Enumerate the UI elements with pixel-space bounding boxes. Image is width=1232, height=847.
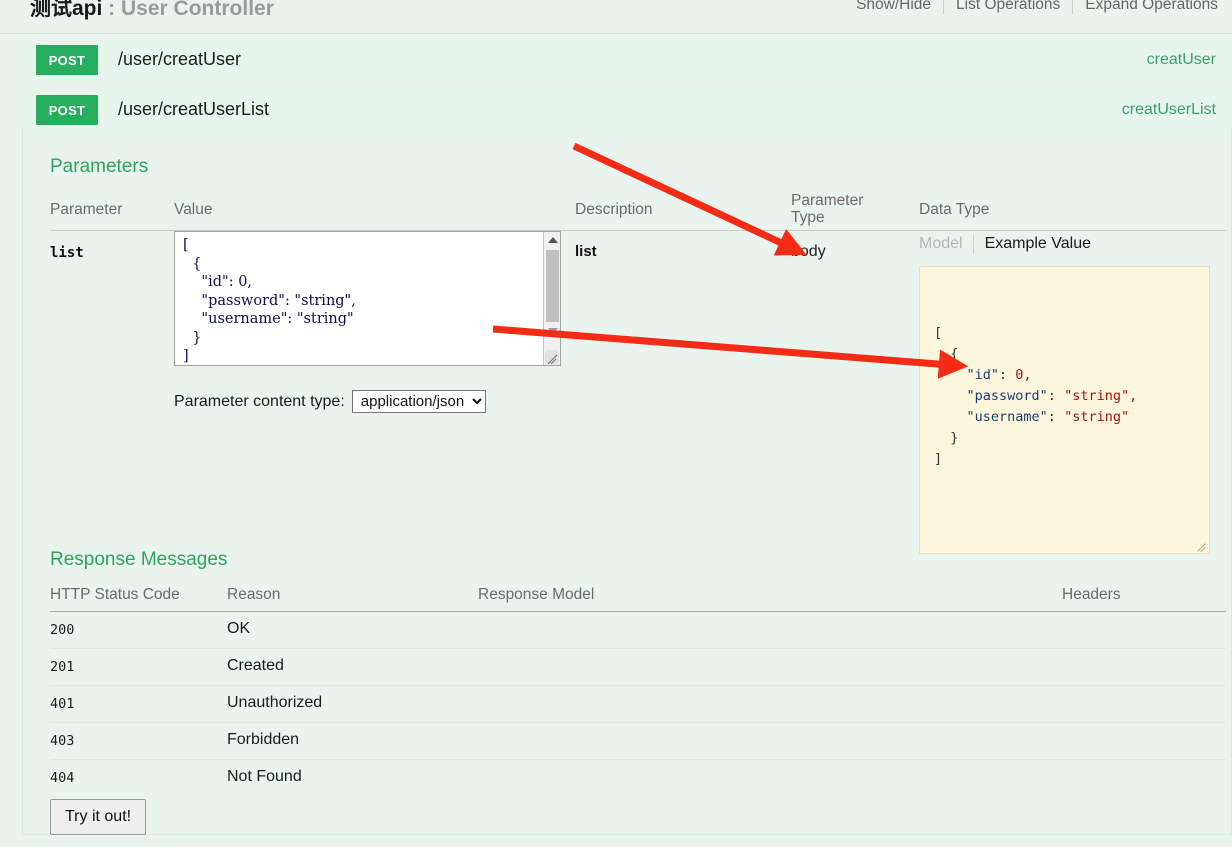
textarea-scrollbar[interactable] <box>543 232 560 365</box>
tab-example-value[interactable]: Example Value <box>974 235 1091 253</box>
api-name: 测试api <box>30 0 103 20</box>
response-status-code: 401 <box>50 696 75 712</box>
table-row: 403 Forbidden <box>50 723 1226 760</box>
tab-model[interactable]: Model <box>919 235 973 253</box>
operation-row-creat-user[interactable]: POST /user/creatUser creatUser <box>22 41 1232 79</box>
col-parameter-type-line1: Parameter <box>791 192 864 209</box>
response-messages-heading: Response Messages <box>50 549 228 570</box>
http-method-badge: POST <box>36 95 98 125</box>
col-reason: Reason <box>227 586 281 603</box>
parameters-table-row: list [ { "id": 0, "password": "string", … <box>50 231 1226 554</box>
response-reason: Not Found <box>227 768 302 785</box>
response-status-code: 404 <box>50 770 75 786</box>
table-row: 200 OK <box>50 612 1226 649</box>
response-status-code: 200 <box>50 622 75 638</box>
json-editor-wrapper: [ { "id": 0, "password": "string", "user… <box>174 231 561 366</box>
controller-name: User Controller <box>121 0 274 20</box>
scroll-down-arrow-icon[interactable] <box>548 328 558 334</box>
col-description: Description <box>575 201 653 218</box>
parameter-value-input[interactable]: [ { "id": 0, "password": "string", "user… <box>174 231 561 366</box>
resource-options: Show/Hide List Operations Expand Operati… <box>844 0 1230 14</box>
title-separator: : <box>102 0 122 20</box>
expand-operations-link[interactable]: Expand Operations <box>1073 0 1230 14</box>
col-parameter-type: Parameter Type <box>791 192 881 226</box>
content-type-label: Parameter content type: <box>174 392 345 410</box>
example-value-content: [ { "id": 0, "password": "string", "user… <box>934 325 1138 467</box>
response-rows-container: 200 OK 201 Created 401 Unauthorized 403 Forbidd… <box>50 612 1226 797</box>
example-box-resize-grip-icon[interactable] <box>1196 540 1207 551</box>
response-reason: Forbidden <box>227 731 300 748</box>
operation-path[interactable]: /user/creatUser <box>118 49 241 70</box>
swagger-ui-page: 测试api : User Controller Show/Hide List O… <box>0 0 1232 847</box>
col-response-model: Response Model <box>478 586 595 603</box>
col-headers: Headers <box>1062 586 1121 603</box>
col-parameter-type-line2: Type <box>791 209 825 226</box>
example-value-box[interactable]: [ { "id": 0, "password": "string", "user… <box>919 266 1210 554</box>
operation-nickname[interactable]: creatUser <box>1147 51 1216 69</box>
response-reason: Unauthorized <box>227 694 323 711</box>
operation-nickname[interactable]: creatUserList <box>1122 101 1216 119</box>
parameter-type-value: body <box>791 243 826 260</box>
response-reason: Created <box>227 657 284 674</box>
operation-path[interactable]: /user/creatUserList <box>118 99 269 120</box>
page-title: 测试api : User Controller <box>30 0 274 22</box>
model-tabs: Model Example Value <box>919 231 1219 257</box>
parameters-table: Parameter Value Description Parameter Typ… <box>50 191 1226 554</box>
parameter-content-type-row: Parameter content type: application/json <box>174 390 486 413</box>
resource-header: 测试api : User Controller Show/Hide List O… <box>0 0 1232 34</box>
table-row: 404 Not Found <box>50 760 1226 797</box>
response-messages-table: HTTP Status Code Reason Response Model H… <box>50 584 1226 797</box>
parameter-description: list <box>575 243 597 260</box>
col-value: Value <box>174 201 213 218</box>
scroll-up-arrow-icon[interactable] <box>548 237 558 243</box>
col-http-status-code: HTTP Status Code <box>50 586 180 603</box>
try-it-out-button[interactable]: Try it out! <box>50 799 147 835</box>
table-row: 401 Unauthorized <box>50 686 1226 723</box>
parameters-heading: Parameters <box>50 156 149 177</box>
operation-row-creat-user-list[interactable]: POST /user/creatUserList creatUserList <box>22 91 1232 129</box>
data-type-cell: Model Example Value [ { "id": 0, "passwo… <box>919 231 1219 554</box>
response-status-code: 403 <box>50 733 75 749</box>
textarea-resize-grip-icon[interactable] <box>545 350 559 364</box>
response-reason: OK <box>227 620 251 637</box>
operation-details-panel: Parameters Parameter Value Description P… <box>22 129 1232 835</box>
show-hide-link[interactable]: Show/Hide <box>844 0 943 14</box>
scrollbar-thumb[interactable] <box>546 250 559 322</box>
response-table-header: HTTP Status Code Reason Response Model H… <box>50 584 1226 612</box>
response-status-code: 201 <box>50 659 75 675</box>
col-data-type: Data Type <box>919 201 990 218</box>
parameter-name: list <box>50 245 84 261</box>
parameter-value-cell: [ { "id": 0, "password": "string", "user… <box>174 231 561 366</box>
content-type-select[interactable]: application/json <box>351 390 486 413</box>
http-method-badge: POST <box>36 45 98 75</box>
list-operations-link[interactable]: List Operations <box>944 0 1072 14</box>
parameters-table-header: Parameter Value Description Parameter Typ… <box>50 191 1226 231</box>
col-parameter: Parameter <box>50 201 123 218</box>
table-row: 201 Created <box>50 649 1226 686</box>
